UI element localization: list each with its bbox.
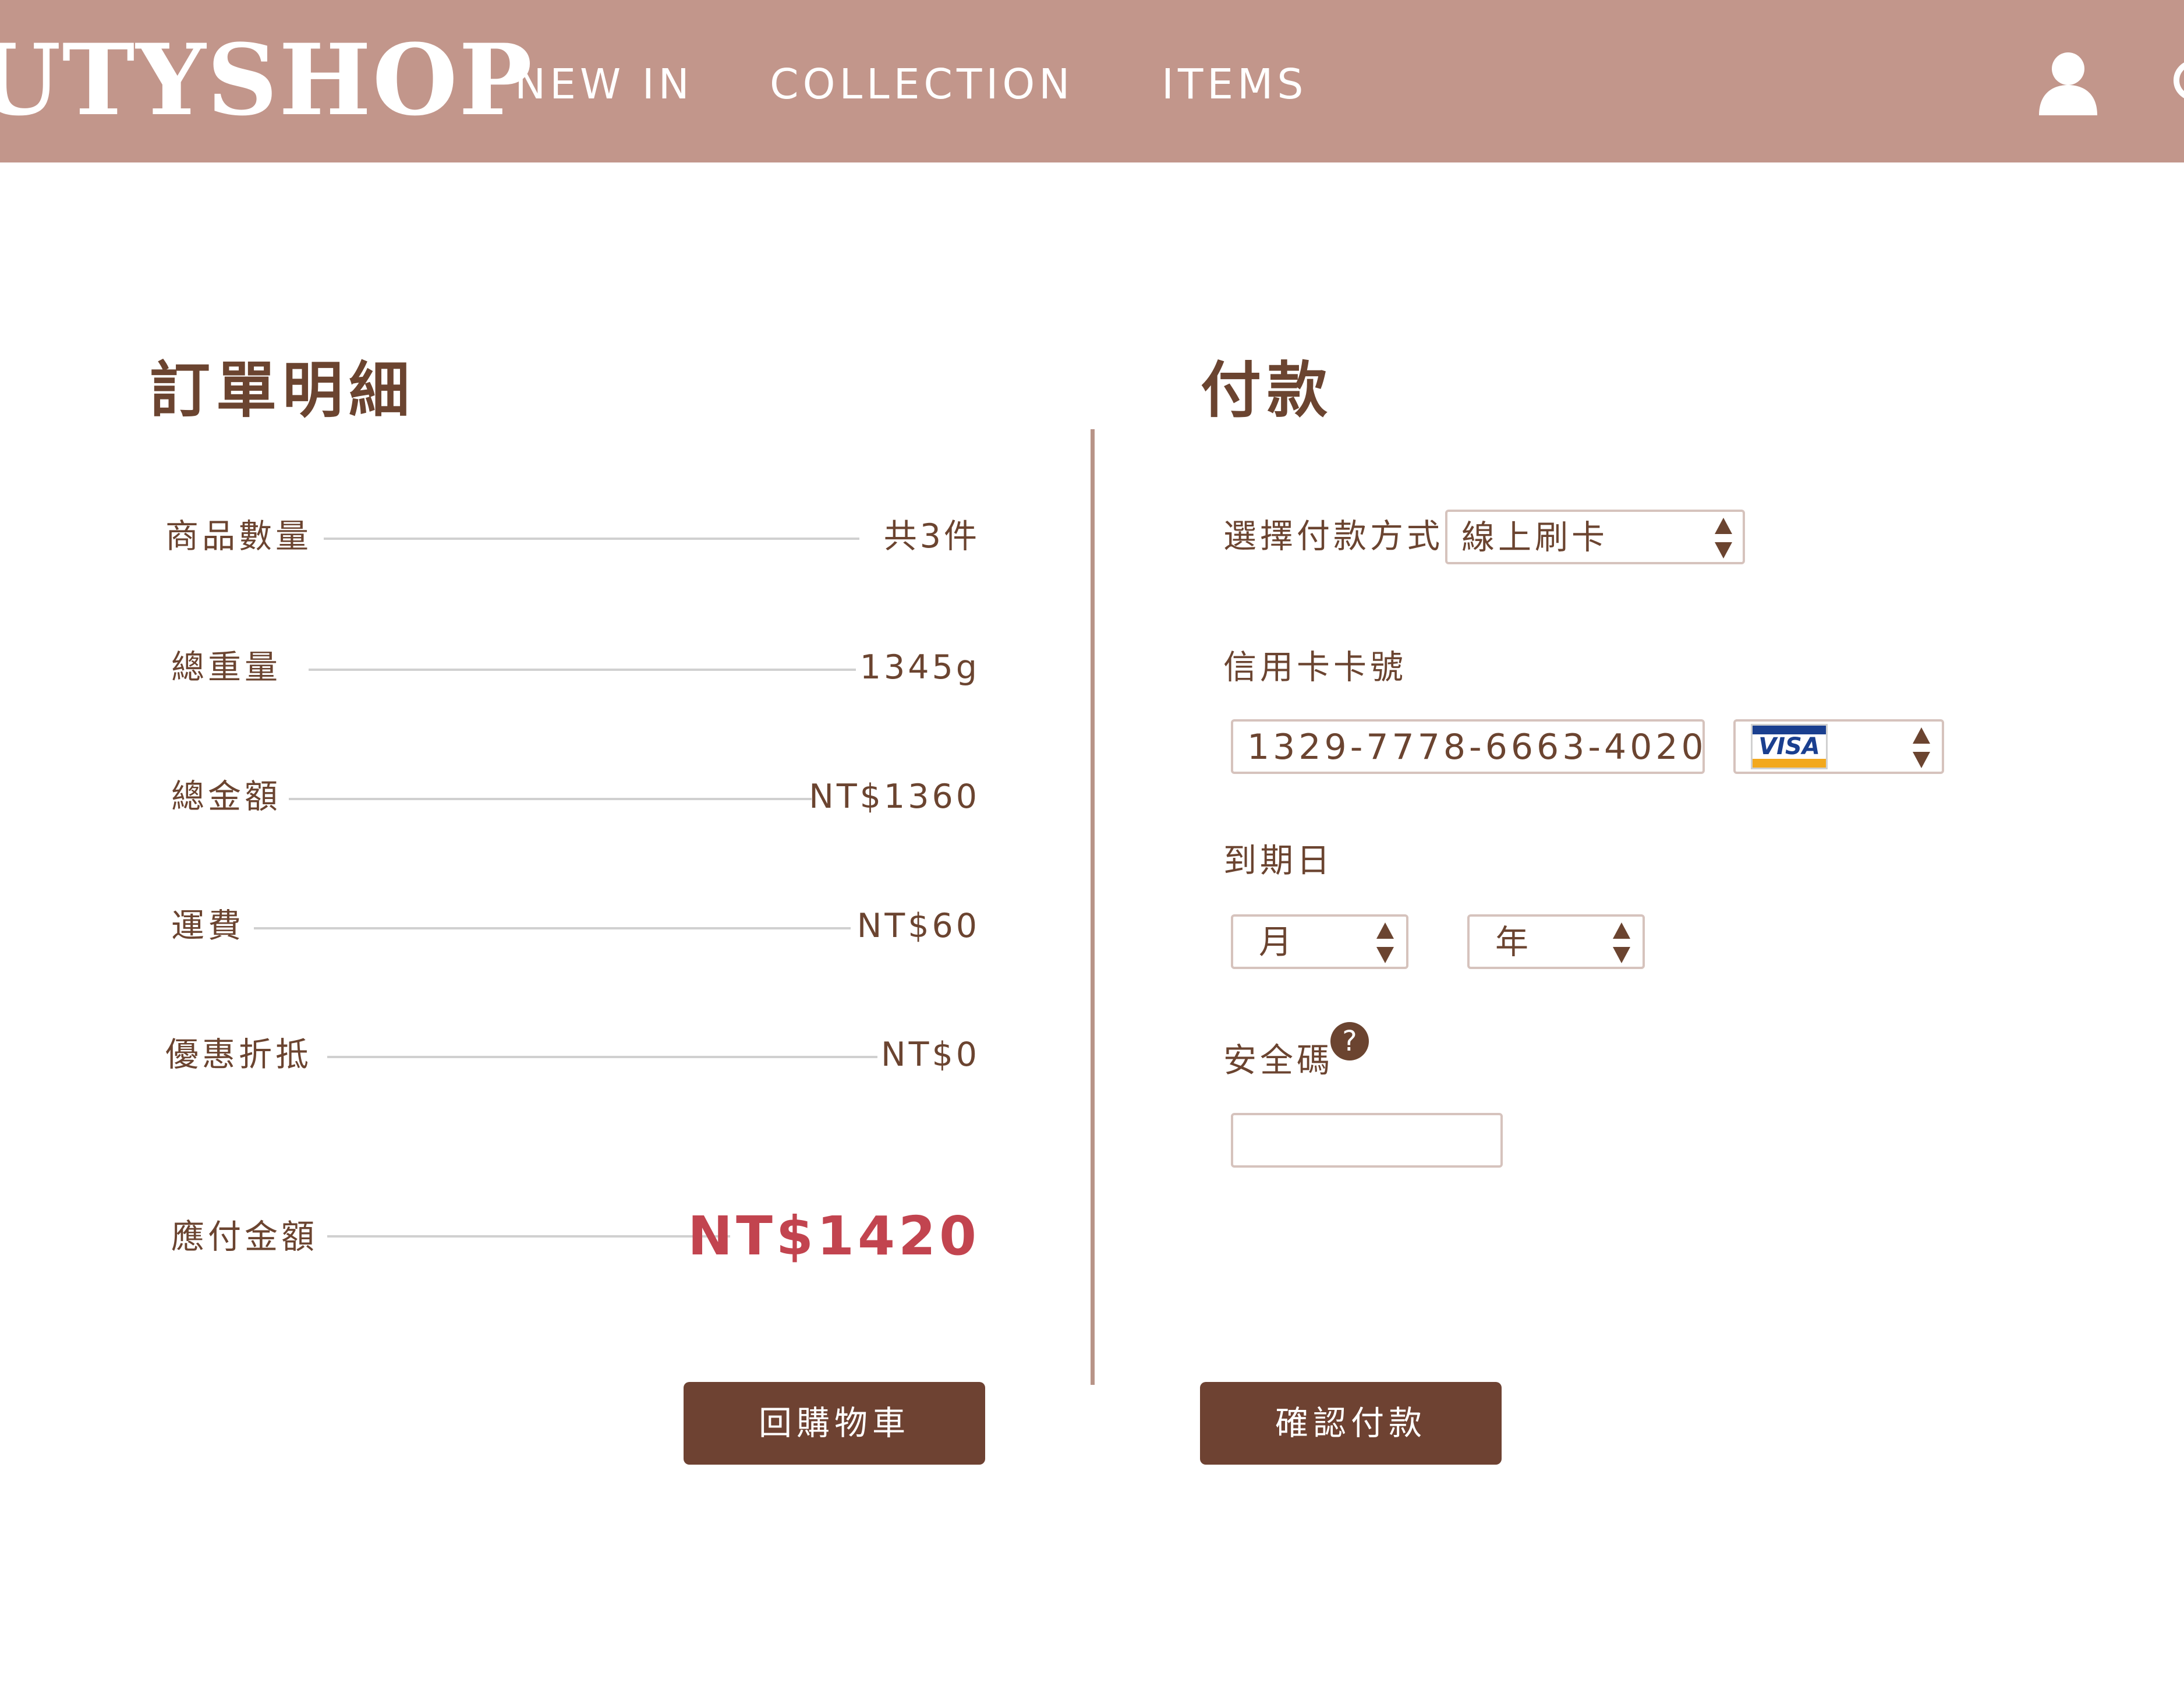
payment-method-label: 選擇付款方式 [1223,517,1443,556]
select-arrows-icon [1715,518,1732,558]
subtotal-value: NT$1360 [809,777,980,816]
row-leader-line [327,1235,730,1238]
item-count-value: 共3件 [883,517,980,556]
expiry-year-select[interactable]: 年 [1467,914,1645,969]
expiry-month-select[interactable]: 月 [1231,914,1408,969]
security-code-label: 安全碼 [1223,1041,1333,1080]
card-number-input[interactable]: 1329-7778-6663-4020 [1231,719,1705,774]
item-count-label: 商品數量 [165,517,312,556]
row-leader-line [327,1056,877,1058]
user-icon[interactable] [2038,51,2098,115]
shipping-value: NT$60 [856,907,980,945]
card-number-value: 1329-7778-6663-4020 [1247,727,1707,768]
site-logo[interactable]: UTYSHOP [0,24,533,135]
expiry-year-value: 年 [1495,923,1532,961]
confirm-payment-button[interactable]: 確認付款 [1200,1382,1502,1465]
total-weight-label: 總重量 [171,648,281,687]
row-leader-line [324,538,859,540]
payment-method-value: 線上刷卡 [1461,518,1608,557]
select-arrows-icon [1613,922,1630,963]
select-arrows-icon [1913,727,1930,768]
back-to-cart-button[interactable]: 回購物車 [684,1382,985,1465]
visa-card-icon: VISA [1751,724,1828,769]
expiry-label: 到期日 [1223,842,1333,880]
top-nav-bar: UTYSHOP NEW IN COLLECTION ITEMS [0,0,2184,162]
amount-due-label: 應付金額 [171,1218,318,1256]
nav-items[interactable]: ITEMS [1162,58,1308,111]
nav-new-in[interactable]: NEW IN [515,58,693,111]
payment-title: 付款 [1201,355,1334,426]
payment-method-select[interactable]: 線上刷卡 [1445,510,1745,564]
select-arrows-icon [1376,922,1394,963]
security-code-input[interactable] [1231,1113,1503,1168]
subtotal-label: 總金額 [171,777,281,816]
visa-logo-text: VISA [1758,733,1820,760]
amount-due-value: NT$1420 [688,1205,980,1267]
nav-collection[interactable]: COLLECTION [770,58,1074,111]
section-divider [1091,429,1095,1385]
row-leader-line [309,669,856,671]
expiry-month-value: 月 [1259,923,1295,961]
help-icon[interactable]: ? [1330,1022,1369,1060]
row-leader-line [254,927,851,929]
card-number-label: 信用卡卡號 [1223,648,1407,687]
row-leader-line [289,798,812,800]
discount-label: 優惠折抵 [165,1035,312,1074]
search-icon[interactable] [2166,57,2184,109]
discount-value: NT$0 [881,1035,980,1074]
shipping-label: 運費 [171,907,245,945]
total-weight-value: 1345g [859,648,980,687]
order-details-title: 訂單明細 [150,355,416,426]
